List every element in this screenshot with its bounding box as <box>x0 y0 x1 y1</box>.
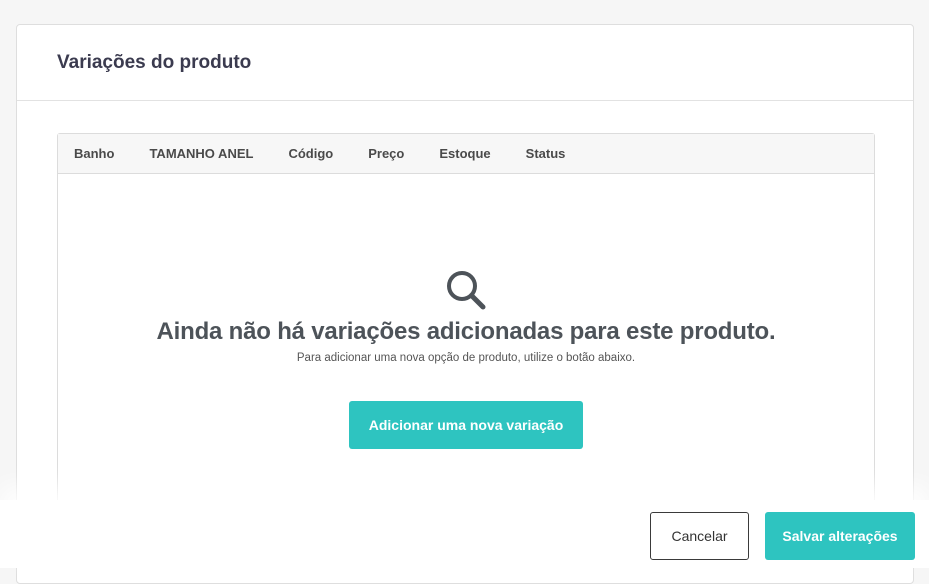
search-icon <box>447 271 486 310</box>
column-header-preco: Preço <box>368 146 405 161</box>
column-header-estoque: Estoque <box>439 146 491 161</box>
column-header-tamanho-anel: TAMANHO ANEL <box>149 146 254 161</box>
save-changes-button[interactable]: Salvar alterações <box>765 512 915 560</box>
card-header: Variações do produto <box>17 25 913 101</box>
variations-table: Banho TAMANHO ANEL Código Preço Estoque … <box>57 133 875 553</box>
table-header: Banho TAMANHO ANEL Código Preço Estoque … <box>58 134 874 174</box>
column-header-status: Status <box>525 146 566 161</box>
add-variation-button[interactable]: Adicionar uma nova variação <box>348 401 584 449</box>
card-title: Variações do produto <box>57 51 252 73</box>
column-header-banho: Banho <box>74 146 115 161</box>
empty-state: Ainda não há variações adicionadas para … <box>58 268 874 449</box>
empty-state-title: Ainda não há variações adicionadas para … <box>156 318 776 345</box>
cancel-button[interactable]: Cancelar <box>650 512 749 560</box>
column-header-codigo: Código <box>288 146 334 161</box>
empty-state-subtitle: Para adicionar uma nova opção de produto… <box>296 352 636 364</box>
footer-action-bar: Cancelar Salvar alterações <box>0 500 929 568</box>
